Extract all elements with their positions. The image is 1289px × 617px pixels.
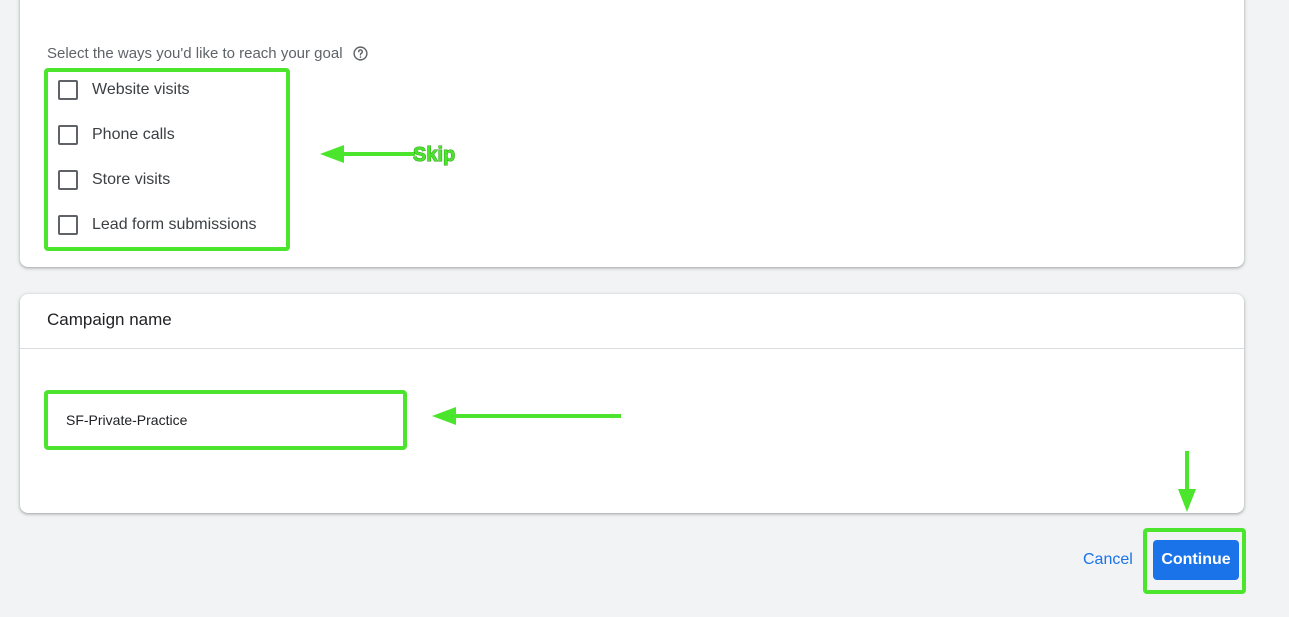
goal-prompt-text: Select the ways you'd like to reach your… (47, 45, 343, 62)
option-store-visits[interactable]: Store visits (58, 170, 170, 190)
cancel-button[interactable]: Cancel (1075, 542, 1141, 578)
continue-button[interactable]: Continue (1153, 540, 1239, 580)
website-visits-label: Website visits (92, 81, 190, 98)
help-circle-icon[interactable] (352, 45, 369, 62)
option-lead-form-submissions[interactable]: Lead form submissions (58, 215, 257, 235)
option-website-visits[interactable]: Website visits (58, 80, 190, 100)
phone-calls-label: Phone calls (92, 126, 175, 143)
campaign-name-input[interactable] (50, 397, 402, 443)
option-phone-calls[interactable]: Phone calls (58, 125, 175, 145)
phone-calls-checkbox[interactable] (58, 125, 78, 145)
goal-prompt: Select the ways you'd like to reach your… (47, 45, 369, 62)
lead-form-submissions-label: Lead form submissions (92, 216, 257, 233)
campaign-name-title: Campaign name (47, 310, 172, 329)
goal-card: Select the ways you'd like to reach your… (20, 0, 1244, 267)
website-visits-checkbox[interactable] (58, 80, 78, 100)
campaign-name-card: Campaign name (20, 294, 1244, 513)
lead-form-submissions-checkbox[interactable] (58, 215, 78, 235)
section-divider (20, 348, 1244, 349)
store-visits-label: Store visits (92, 171, 171, 188)
store-visits-checkbox[interactable] (58, 170, 78, 190)
